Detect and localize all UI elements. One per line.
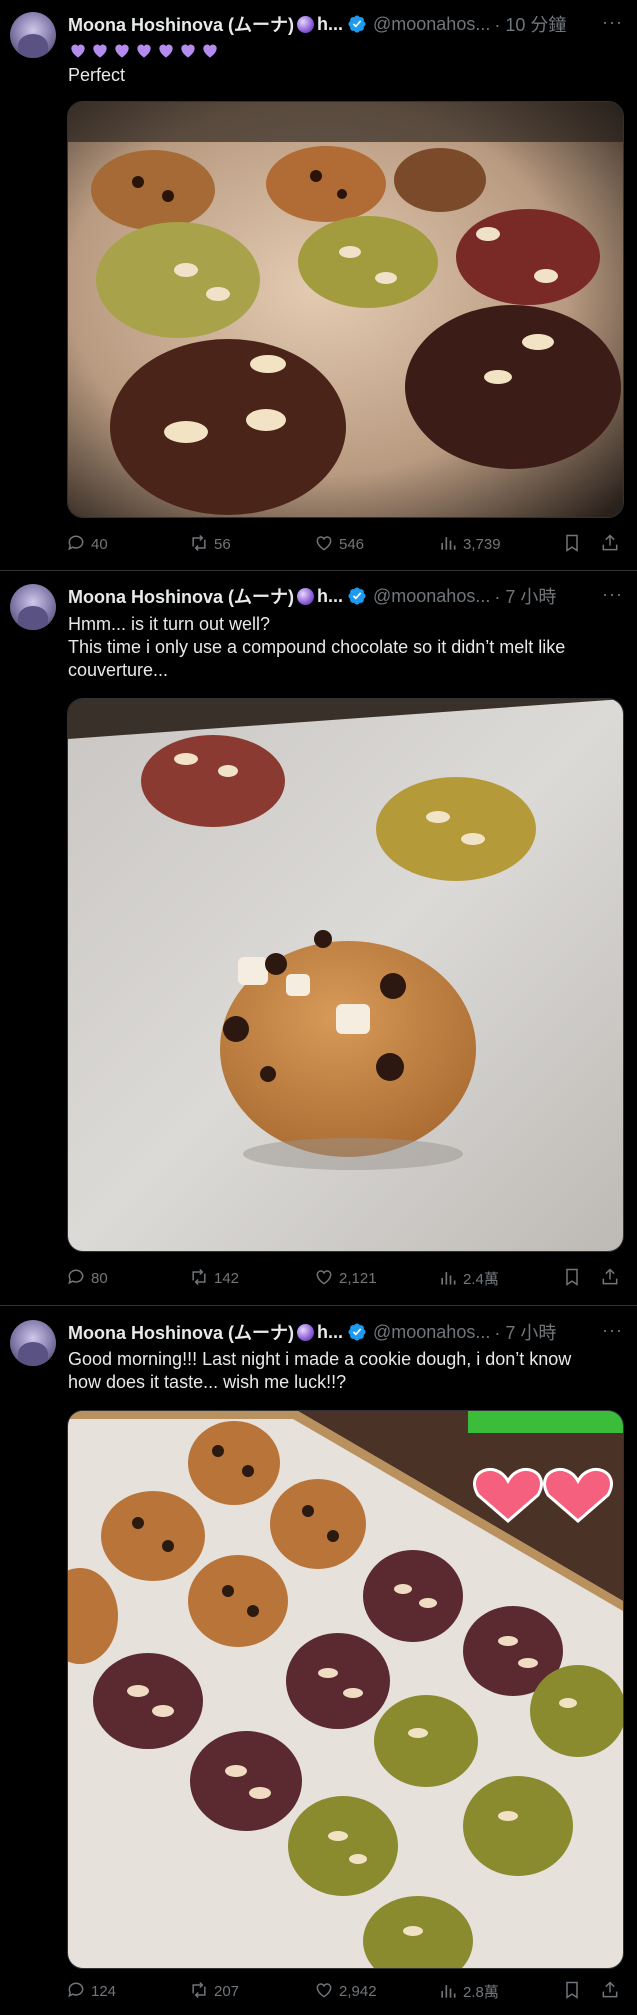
author-name-suffix[interactable]: h... bbox=[317, 14, 343, 35]
more-icon[interactable]: ··· bbox=[602, 584, 623, 605]
repost-icon bbox=[192, 534, 206, 552]
timestamp[interactable]: · 7 小時 bbox=[494, 1319, 556, 1345]
verified-icon bbox=[348, 587, 366, 605]
tweet-2[interactable]: Moona Hoshinova (ムーナ) h... @moonahos... … bbox=[0, 571, 637, 1301]
views-count: 3,739 bbox=[463, 535, 501, 553]
like-icon bbox=[316, 536, 332, 551]
share-icon bbox=[602, 1268, 618, 1285]
views-icon bbox=[441, 1271, 456, 1285]
tweet-header: Moona Hoshinova (ムーナ) h... @moonahos... … bbox=[68, 1320, 628, 1344]
reply-button[interactable]: 40 bbox=[66, 533, 108, 553]
cookie-dough-photo bbox=[68, 1411, 623, 1968]
avatar[interactable] bbox=[10, 1320, 56, 1366]
bookmark-icon bbox=[566, 1981, 578, 1999]
more-icon[interactable]: ··· bbox=[602, 12, 623, 33]
author-name[interactable]: Moona Hoshinova (ムーナ) bbox=[68, 11, 294, 37]
bookmark-button[interactable] bbox=[562, 1980, 587, 2000]
like-icon bbox=[316, 1270, 332, 1285]
reply-count: 80 bbox=[91, 1269, 108, 1287]
purple-heart-emoji bbox=[203, 44, 217, 58]
tweet-photo[interactable] bbox=[67, 698, 624, 1252]
tweet-1[interactable]: Moona Hoshinova (ムーナ) h... @moonahos... … bbox=[0, 0, 637, 568]
avatar[interactable] bbox=[10, 584, 56, 630]
crystal-ball-emoji bbox=[297, 15, 314, 33]
reply-button[interactable]: 124 bbox=[66, 1980, 116, 2000]
tweet-text: Hmm... is it turn out well? This time i … bbox=[68, 614, 566, 680]
views-icon bbox=[441, 1984, 456, 1998]
purple-heart-emoji bbox=[93, 44, 107, 58]
reply-icon bbox=[68, 535, 84, 551]
bookmark-icon bbox=[566, 534, 578, 552]
bookmark-button[interactable] bbox=[562, 1267, 587, 1287]
repost-icon bbox=[192, 1981, 206, 1999]
purple-hearts-emoji-row bbox=[68, 40, 220, 60]
crystal-ball-emoji bbox=[297, 1323, 314, 1341]
views-icon bbox=[441, 537, 456, 550]
tweet-header: Moona Hoshinova (ムーナ) h... @moonahos... … bbox=[68, 12, 628, 36]
views-button[interactable]: 2.8萬 bbox=[438, 1980, 499, 2001]
reply-count: 40 bbox=[91, 535, 108, 553]
views-button[interactable]: 2.4萬 bbox=[438, 1267, 499, 1288]
repost-icon bbox=[192, 1268, 206, 1286]
tweet-actions: 80 142 2,121 2.4萬 bbox=[66, 1267, 624, 1293]
tweet-photo[interactable] bbox=[67, 1410, 624, 1969]
author-handle[interactable]: @moonahos... bbox=[373, 14, 490, 35]
like-button[interactable]: 546 bbox=[314, 533, 364, 553]
views-button[interactable]: 3,739 bbox=[438, 533, 501, 553]
repost-button[interactable]: 142 bbox=[189, 1267, 239, 1287]
tweet-header: Moona Hoshinova (ムーナ) h... @moonahos... … bbox=[68, 584, 628, 608]
tweet-photo[interactable] bbox=[67, 101, 624, 518]
tweet-text: Good morning!!! Last night i made a cook… bbox=[68, 1349, 577, 1392]
purple-heart-emoji bbox=[115, 44, 129, 58]
verified-icon bbox=[348, 15, 366, 33]
reply-count: 124 bbox=[91, 1982, 117, 2000]
purple-heart-emoji bbox=[137, 44, 151, 58]
like-count: 546 bbox=[339, 535, 365, 553]
views-count: 2.4萬 bbox=[463, 1271, 499, 1288]
crystal-ball-emoji bbox=[297, 587, 314, 605]
repost-count: 56 bbox=[214, 535, 231, 553]
repost-count: 142 bbox=[214, 1269, 240, 1287]
timestamp[interactable]: · 10 分鐘 bbox=[494, 11, 566, 37]
like-button[interactable]: 2,942 bbox=[314, 1980, 377, 2000]
cookies-photo bbox=[68, 699, 623, 1251]
repost-count: 207 bbox=[214, 1982, 240, 2000]
timestamp[interactable]: · 7 小時 bbox=[494, 583, 556, 609]
repost-button[interactable]: 56 bbox=[189, 533, 231, 553]
like-count: 2,942 bbox=[339, 1982, 377, 2000]
avatar[interactable] bbox=[10, 12, 56, 58]
bookmark-icon bbox=[566, 1268, 578, 1286]
bookmark-button[interactable] bbox=[562, 533, 587, 553]
tweet-actions: 40 56 546 3,739 bbox=[66, 533, 624, 559]
like-button[interactable]: 2,121 bbox=[314, 1267, 377, 1287]
share-icon bbox=[602, 534, 618, 551]
reply-icon bbox=[68, 1269, 84, 1285]
reply-icon bbox=[68, 1982, 84, 1998]
author-name[interactable]: Moona Hoshinova (ムーナ) bbox=[68, 583, 294, 609]
more-icon[interactable]: ··· bbox=[602, 1320, 623, 1341]
author-name[interactable]: Moona Hoshinova (ムーナ) bbox=[68, 1319, 294, 1345]
author-name-suffix[interactable]: h... bbox=[317, 586, 343, 607]
share-button[interactable] bbox=[600, 1267, 625, 1287]
tweet-actions: 124 207 2,942 2.8萬 bbox=[66, 1980, 624, 2006]
like-count: 2,121 bbox=[339, 1269, 377, 1287]
author-handle[interactable]: @moonahos... bbox=[373, 1322, 490, 1343]
tweet-3[interactable]: Moona Hoshinova (ムーナ) h... @moonahos... … bbox=[0, 1306, 637, 2015]
reply-button[interactable]: 80 bbox=[66, 1267, 108, 1287]
share-icon bbox=[602, 1981, 618, 1998]
verified-icon bbox=[348, 1323, 366, 1341]
views-count: 2.8萬 bbox=[463, 1984, 499, 2001]
cookies-photo bbox=[68, 102, 623, 517]
purple-heart-emoji bbox=[159, 44, 173, 58]
repost-button[interactable]: 207 bbox=[189, 1980, 239, 2000]
author-handle[interactable]: @moonahos... bbox=[373, 586, 490, 607]
tweet-text: Perfect bbox=[68, 65, 126, 85]
like-icon bbox=[316, 1983, 332, 1998]
author-name-suffix[interactable]: h... bbox=[317, 1322, 343, 1343]
share-button[interactable] bbox=[600, 1980, 625, 2000]
purple-heart-emoji bbox=[71, 44, 85, 58]
purple-heart-emoji bbox=[181, 44, 195, 58]
share-button[interactable] bbox=[600, 533, 625, 553]
